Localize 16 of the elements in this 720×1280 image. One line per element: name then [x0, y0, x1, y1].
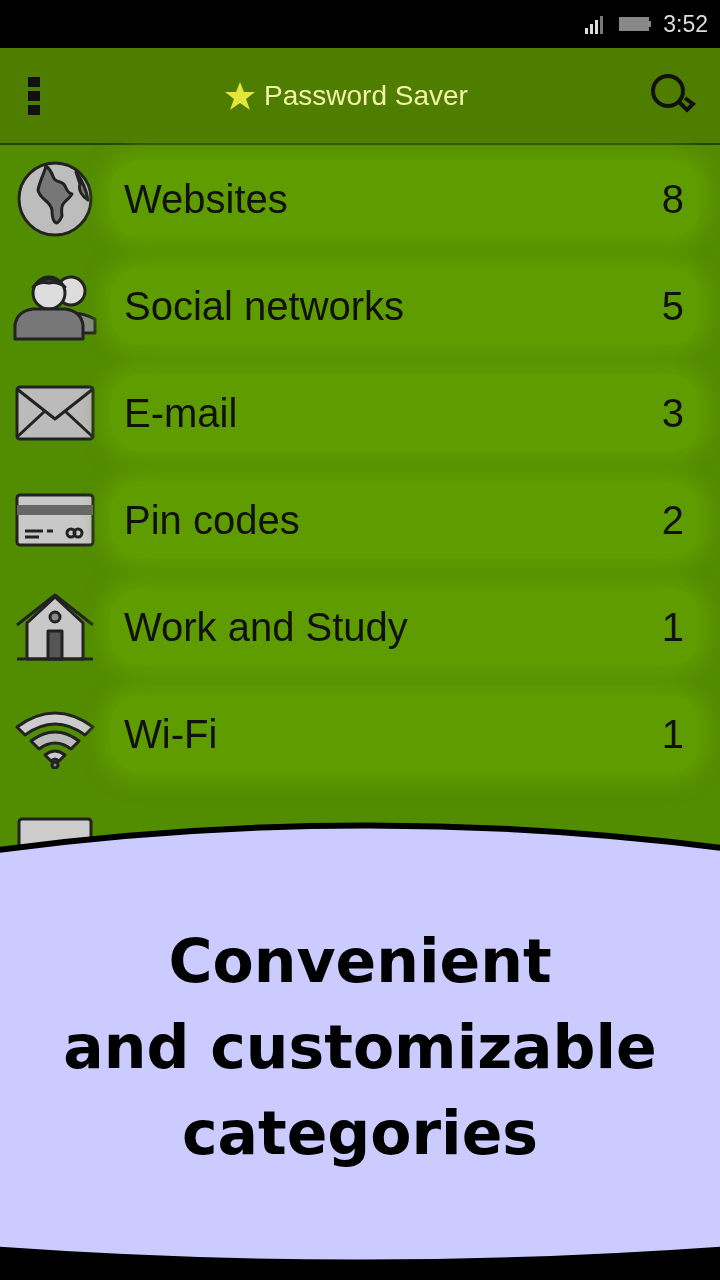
banner-text: Convenient and customizable categories — [63, 925, 657, 1170]
status-time: 3:52 — [663, 9, 708, 39]
credit-card-icon — [15, 492, 95, 547]
app-title: Password Saver — [264, 78, 468, 113]
globe-icon — [16, 159, 94, 238]
category-item[interactable]: Websites 8 — [110, 159, 700, 238]
category-item[interactable]: Wi-Fi 1 — [110, 694, 700, 773]
battery-icon — [619, 17, 652, 31]
category-item[interactable]: Pin codes 2 — [110, 480, 700, 559]
envelope-icon — [15, 384, 95, 441]
category-item[interactable]: Social networks 5 — [110, 266, 700, 345]
category-item[interactable]: Work and Study 1 — [110, 587, 700, 666]
menu-icon[interactable] — [28, 76, 42, 115]
house-icon — [15, 592, 95, 661]
category-item[interactable]: E-mail 3 — [110, 373, 700, 452]
star-icon — [224, 80, 257, 111]
